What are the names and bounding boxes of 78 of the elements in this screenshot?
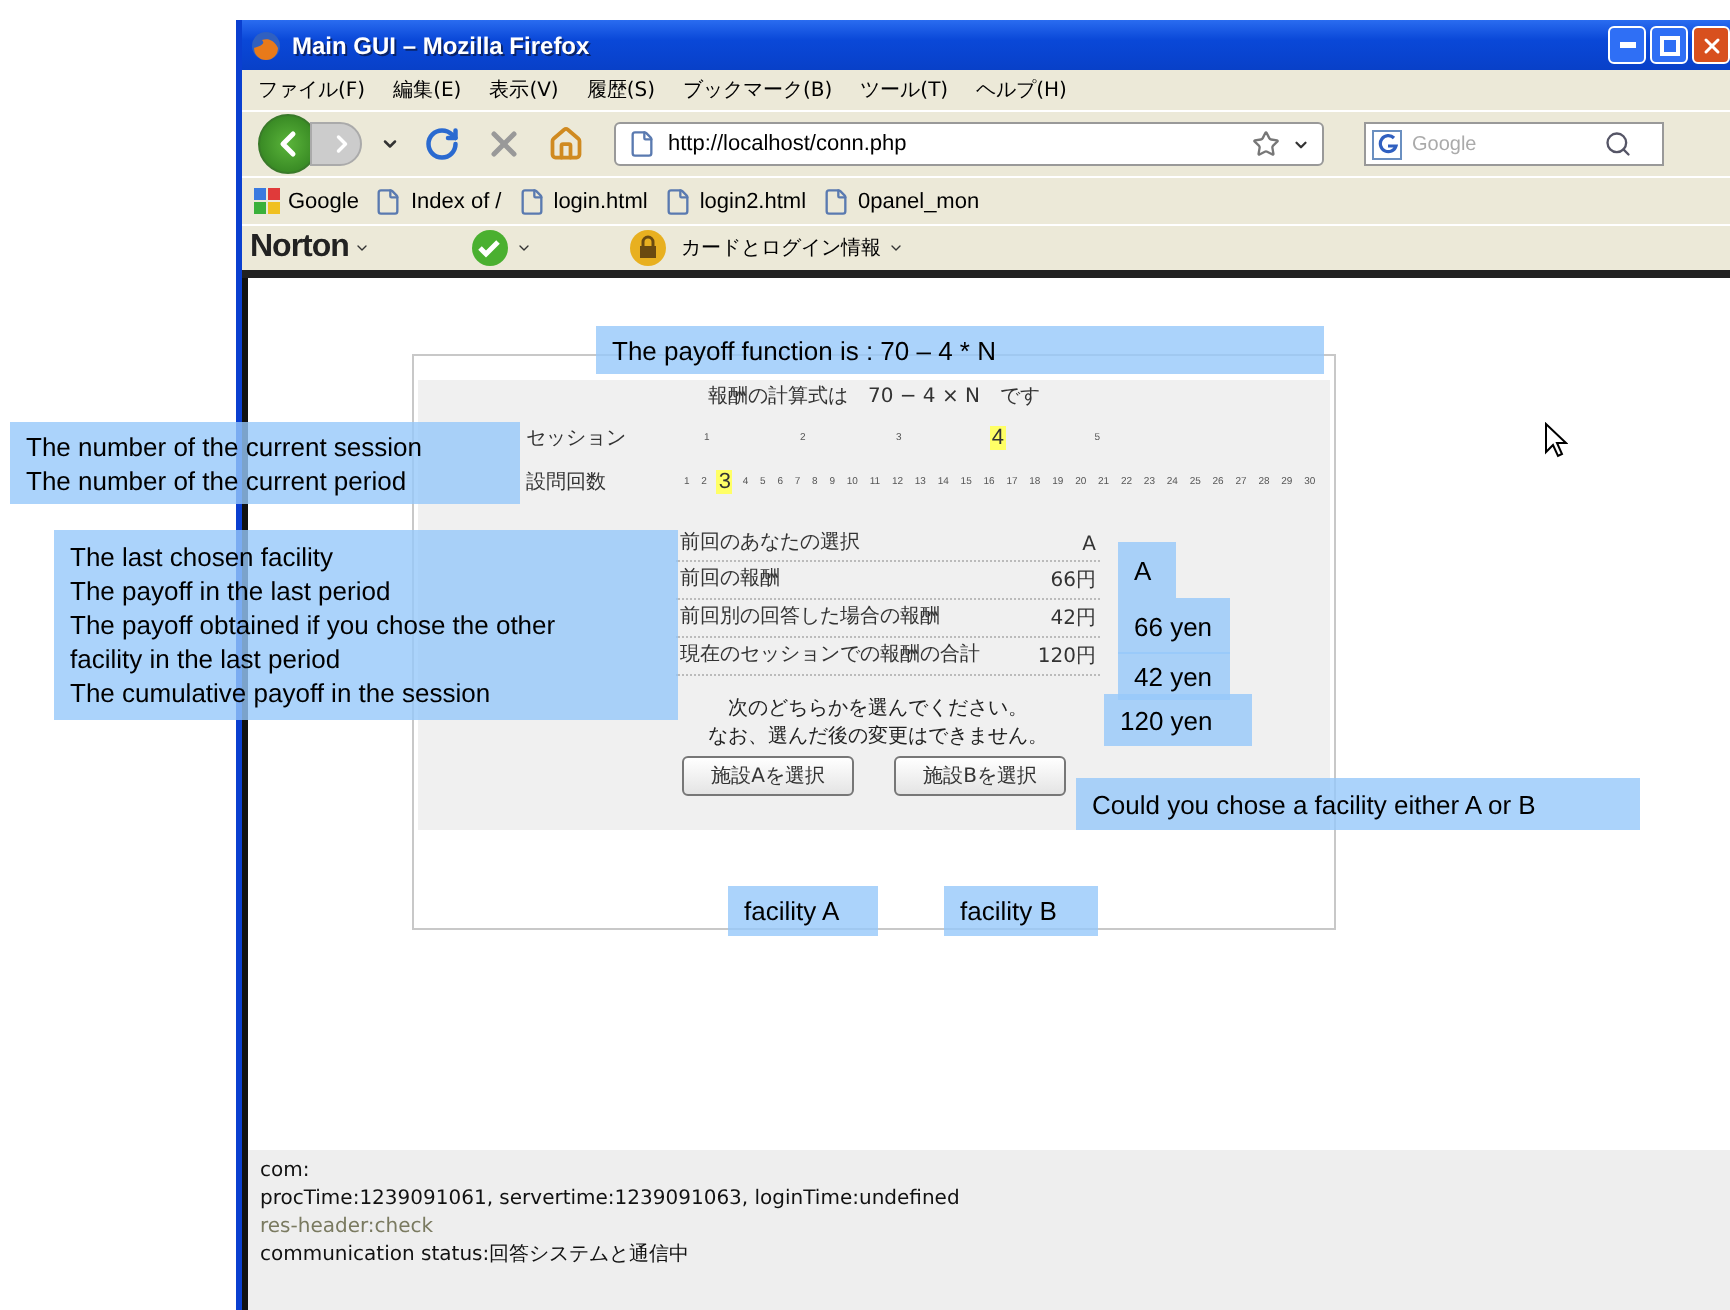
minimize-button[interactable] [1608, 26, 1646, 64]
caret-icon[interactable] [354, 240, 371, 256]
result-label: 前回の報酬 [680, 568, 780, 592]
result-value: 66円 [1050, 568, 1096, 594]
bookmark-link[interactable]: login2.html [663, 187, 807, 215]
menu-item[interactable]: ヘルプ(H) [976, 76, 1067, 104]
page-icon [374, 187, 403, 215]
result-value: A [1082, 533, 1096, 555]
lock-icon[interactable] [628, 228, 669, 268]
menu-item[interactable]: 履歴(S) [586, 76, 655, 104]
caret-icon [380, 134, 400, 154]
bookmark-link[interactable]: 0panel_mon [822, 187, 980, 215]
annotation-text: The payoff obtained if you chose the other [70, 608, 558, 642]
annotation-text: The number of the current period [26, 463, 409, 497]
result-label: 現在のセッションでの報酬の合計 [680, 644, 980, 668]
close-button[interactable] [1692, 26, 1730, 64]
choose-facility-button[interactable]: 施設Aを選択 [682, 756, 854, 796]
debug-line: res-header:check [260, 1214, 436, 1242]
reload-icon [424, 126, 460, 162]
annotation-text: facility in the last period [70, 642, 343, 676]
minimize-icon [1619, 42, 1635, 48]
annotation-text: 42 yen [1134, 659, 1214, 693]
annotation-text: The last chosen facility [70, 540, 336, 574]
window-title: Main GUI – Mozilla Firefox [292, 31, 590, 59]
search-field[interactable]: Google [1408, 131, 1598, 157]
menu-item[interactable]: ツール(T) [860, 76, 949, 104]
cursor-icon [1544, 422, 1568, 458]
session-number: 4 [989, 426, 1007, 450]
annotation-text: The cumulative payoff in the session [70, 676, 493, 710]
annotation-text: The number of the current session [26, 429, 424, 463]
debug-line: com: [260, 1158, 312, 1186]
page-icon [628, 130, 656, 158]
maximize-icon [1659, 35, 1679, 55]
result-value: 42円 [1050, 606, 1096, 632]
maximize-button[interactable] [1650, 26, 1688, 64]
debug-line: procTime:1239091061, servertime:1239091063, loginTime:undefined [260, 1186, 962, 1214]
bookmark-link[interactable]: Google [254, 188, 359, 214]
search-icon[interactable] [1604, 130, 1632, 158]
session-label: セッション [526, 426, 628, 452]
instruction-text: 次のどちらかを選んでください。 [728, 696, 1028, 724]
menu-item[interactable]: 編集(E) [393, 76, 462, 104]
result-value: 120円 [1037, 644, 1096, 670]
formula-text: 報酬の計算式は 70 − 4 × N です [705, 383, 1043, 412]
menu-item[interactable]: ブックマーク(B) [683, 76, 833, 104]
colored-squares-icon [254, 188, 280, 214]
search-box[interactable]: Google [1364, 122, 1664, 166]
page-icon [517, 187, 546, 215]
norton-menu[interactable]: Norton [250, 230, 349, 266]
home-icon [548, 126, 584, 162]
period-label: 設問回数 [526, 469, 608, 496]
page-icon [822, 187, 851, 215]
annotation-text: The payoff function is : 70 – 4 * N [612, 333, 998, 367]
caret-icon[interactable] [516, 240, 533, 256]
instruction-text: なお、選んだ後の変更はできません。 [708, 724, 1048, 752]
star-icon[interactable] [1252, 130, 1280, 158]
annotation-text: The payoff in the last period [70, 574, 393, 608]
menu-item[interactable]: ファイル(F) [258, 76, 366, 104]
caret-icon[interactable] [888, 240, 905, 256]
bookmark-link[interactable]: login.html [517, 187, 648, 215]
annotation-text: facility B [960, 894, 1059, 928]
annotation-text: 120 yen [1120, 703, 1215, 737]
result-label: 前回のあなたの選択 [680, 532, 860, 556]
check-circle-icon[interactable] [470, 228, 511, 268]
annotation-text: A [1134, 553, 1154, 587]
annotation-text: Could you chose a facility either A or B [1092, 787, 1538, 821]
close-icon [1699, 33, 1723, 57]
menu-item[interactable]: 表示(V) [489, 76, 559, 104]
annotation-text: 66 yen [1134, 609, 1214, 643]
address-field[interactable]: http://localhost/conn.php [614, 122, 1324, 166]
search-engine-icon[interactable] [1372, 129, 1402, 159]
period-number: 3 [716, 470, 733, 494]
debug-line: communication status:回答システムと通信中 [260, 1242, 692, 1270]
page-icon [663, 187, 692, 215]
bookmark-link[interactable]: Index of / [374, 187, 502, 215]
identity-menu[interactable]: カードとログイン情報 [680, 234, 881, 262]
annotation-text: facility A [744, 894, 842, 928]
result-label: 前回別の回答した場合の報酬 [680, 606, 940, 630]
choose-facility-button[interactable]: 施設Bを選択 [894, 756, 1066, 796]
